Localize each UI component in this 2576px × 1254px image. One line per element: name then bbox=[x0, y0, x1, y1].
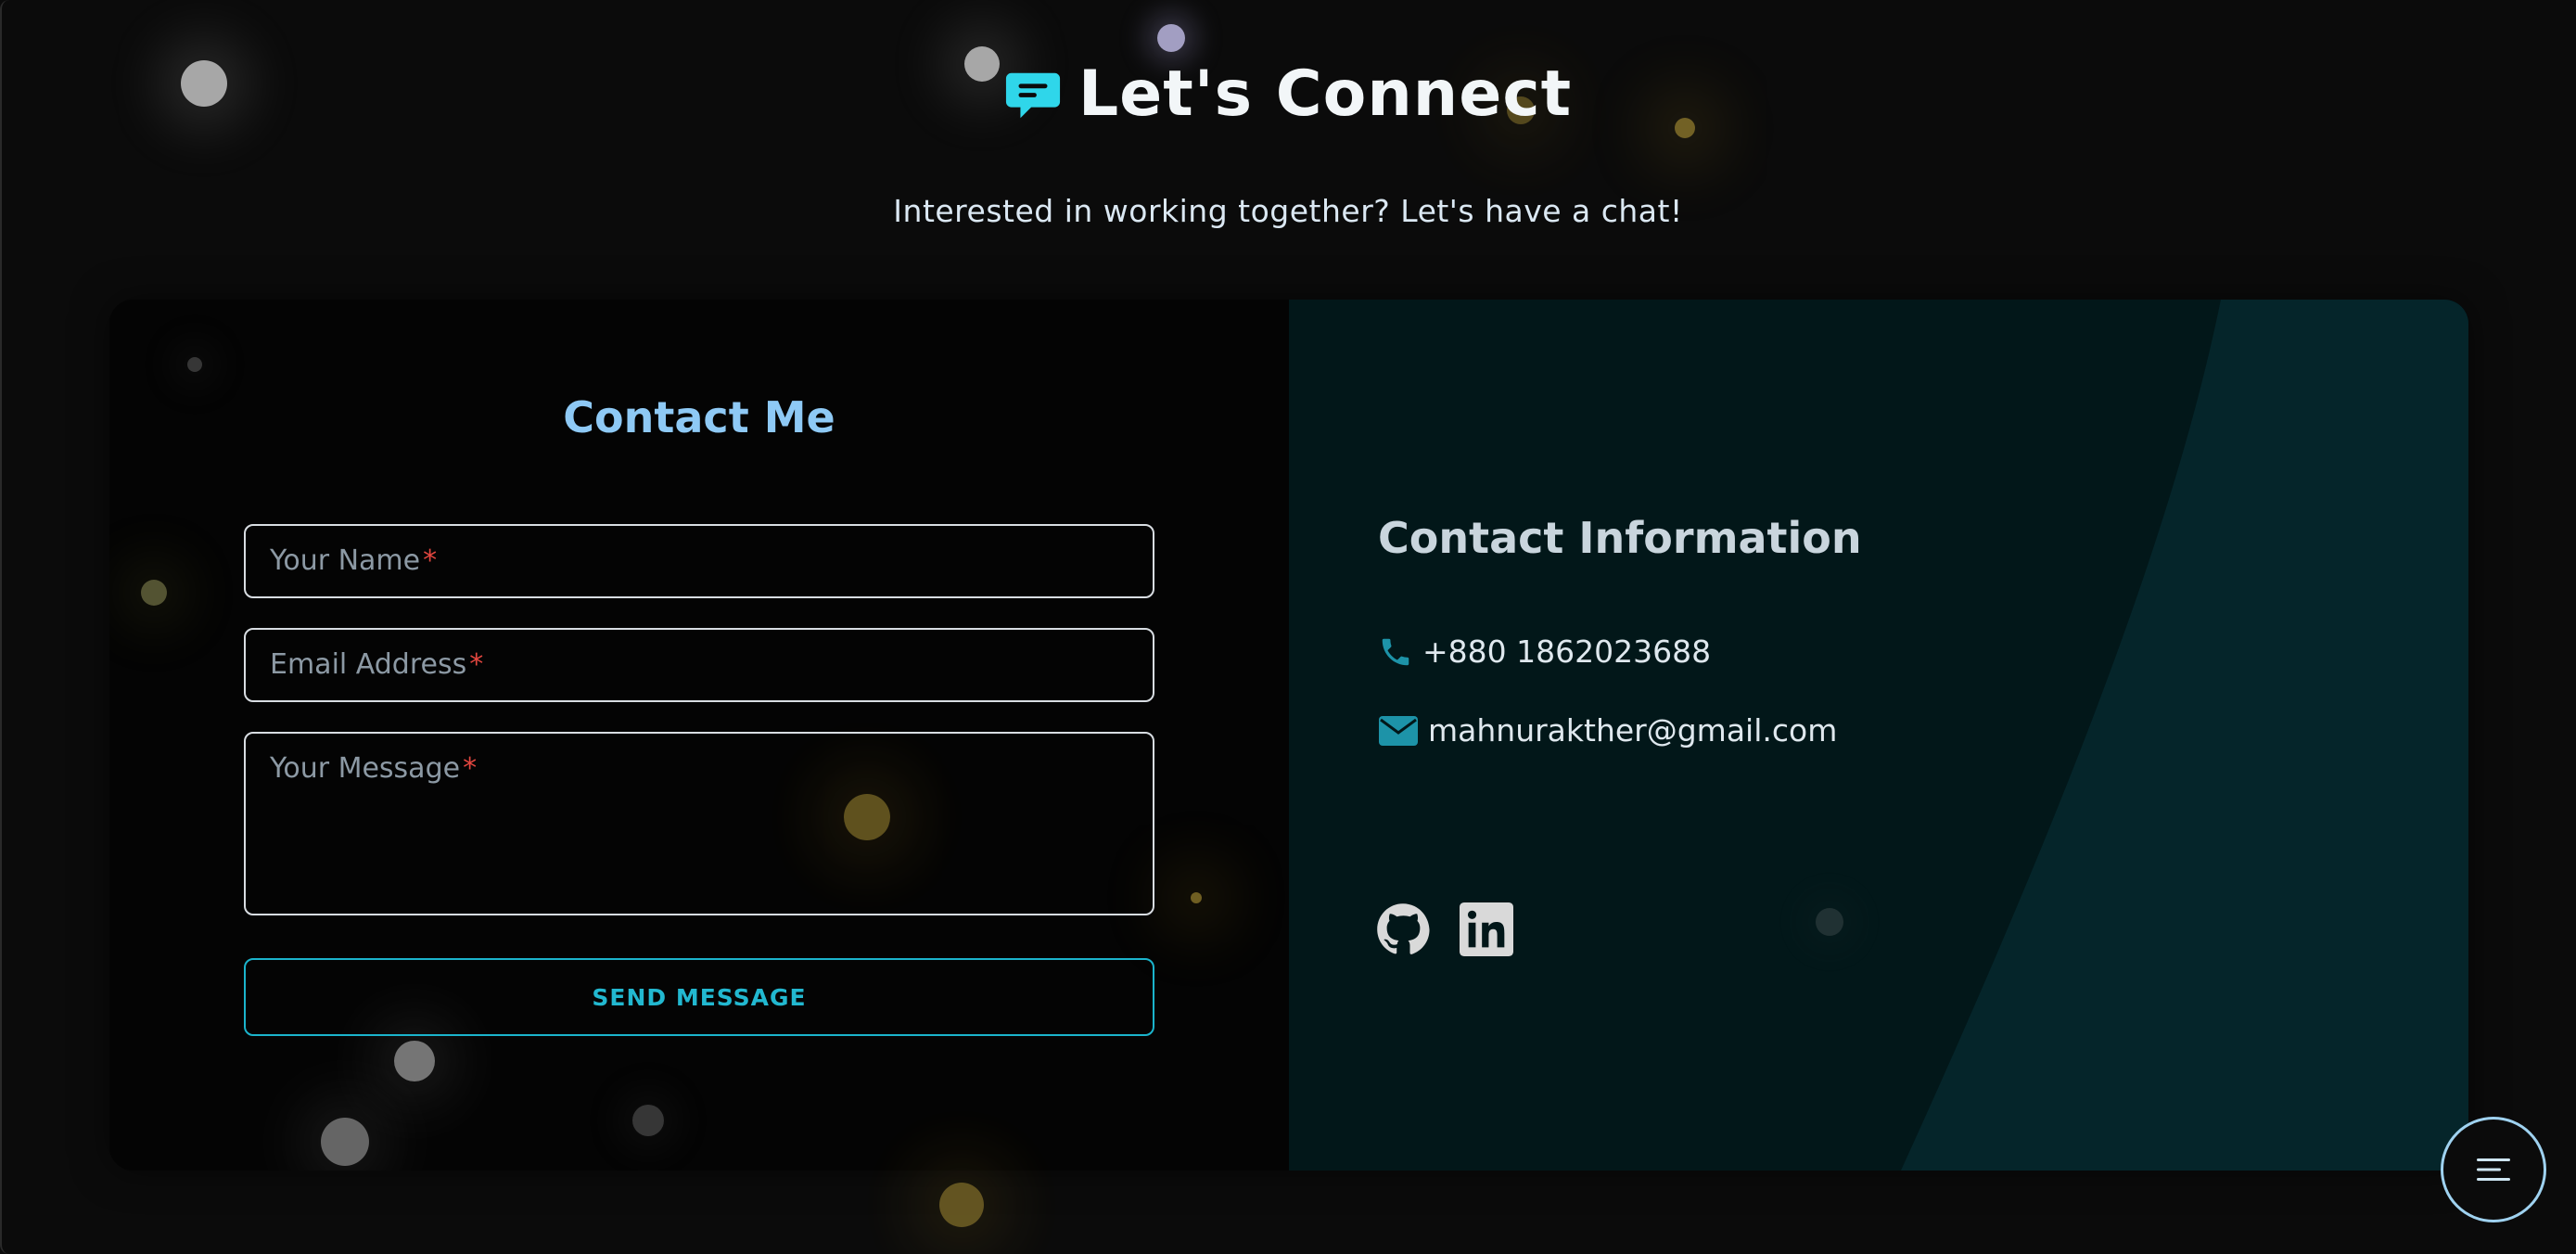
linkedin-icon[interactable] bbox=[1460, 902, 1513, 956]
contact-info-title: Contact Information bbox=[1378, 513, 1862, 563]
chat-bubble-icon bbox=[1005, 72, 1060, 118]
contact-form-panel: Contact Me Your Name * Email Address * You… bbox=[109, 300, 1289, 1171]
required-marker: * bbox=[469, 648, 484, 681]
bg-orb bbox=[394, 1041, 435, 1081]
menu-icon bbox=[2477, 1158, 2510, 1181]
phone-row: +880 1862023688 bbox=[1378, 633, 1711, 670]
message-placeholder: Your Message bbox=[270, 752, 461, 785]
required-marker: * bbox=[423, 544, 438, 577]
bg-orb bbox=[939, 1183, 984, 1227]
page-title: Let's Connect bbox=[1078, 58, 1573, 131]
bg-orb bbox=[1191, 892, 1202, 903]
phone-number[interactable]: +880 1862023688 bbox=[1422, 633, 1711, 670]
menu-button[interactable] bbox=[2441, 1117, 2546, 1222]
github-icon[interactable] bbox=[1376, 902, 1430, 956]
contact-info-panel: Contact Information +880 1862023688 mahn… bbox=[1289, 300, 2468, 1171]
contact-card: Contact Me Your Name * Email Address * You… bbox=[109, 300, 2468, 1171]
phone-icon bbox=[1382, 638, 1409, 665]
email-placeholder: Email Address bbox=[270, 648, 467, 681]
name-field[interactable]: Your Name * bbox=[244, 524, 1154, 598]
email-address[interactable]: mahnurakther@gmail.com bbox=[1428, 712, 1837, 749]
send-message-button[interactable]: SEND MESSAGE bbox=[244, 958, 1154, 1036]
required-marker: * bbox=[463, 752, 478, 785]
envelope-icon bbox=[1379, 715, 1418, 746]
bg-orb bbox=[1157, 24, 1185, 52]
page-header: Let's Connect bbox=[0, 58, 2576, 131]
bg-orb bbox=[141, 580, 167, 606]
bg-orb bbox=[1816, 908, 1843, 936]
bg-orb bbox=[632, 1105, 664, 1136]
contact-form-title: Contact Me bbox=[563, 392, 835, 442]
bg-orb bbox=[321, 1118, 369, 1166]
message-field[interactable]: Your Message * bbox=[244, 732, 1154, 915]
name-placeholder: Your Name bbox=[270, 544, 421, 577]
page-subtitle: Interested in working together? Let's ha… bbox=[893, 193, 1683, 229]
email-field[interactable]: Email Address * bbox=[244, 628, 1154, 702]
email-row: mahnurakther@gmail.com bbox=[1378, 712, 1837, 749]
bg-orb bbox=[187, 357, 202, 372]
